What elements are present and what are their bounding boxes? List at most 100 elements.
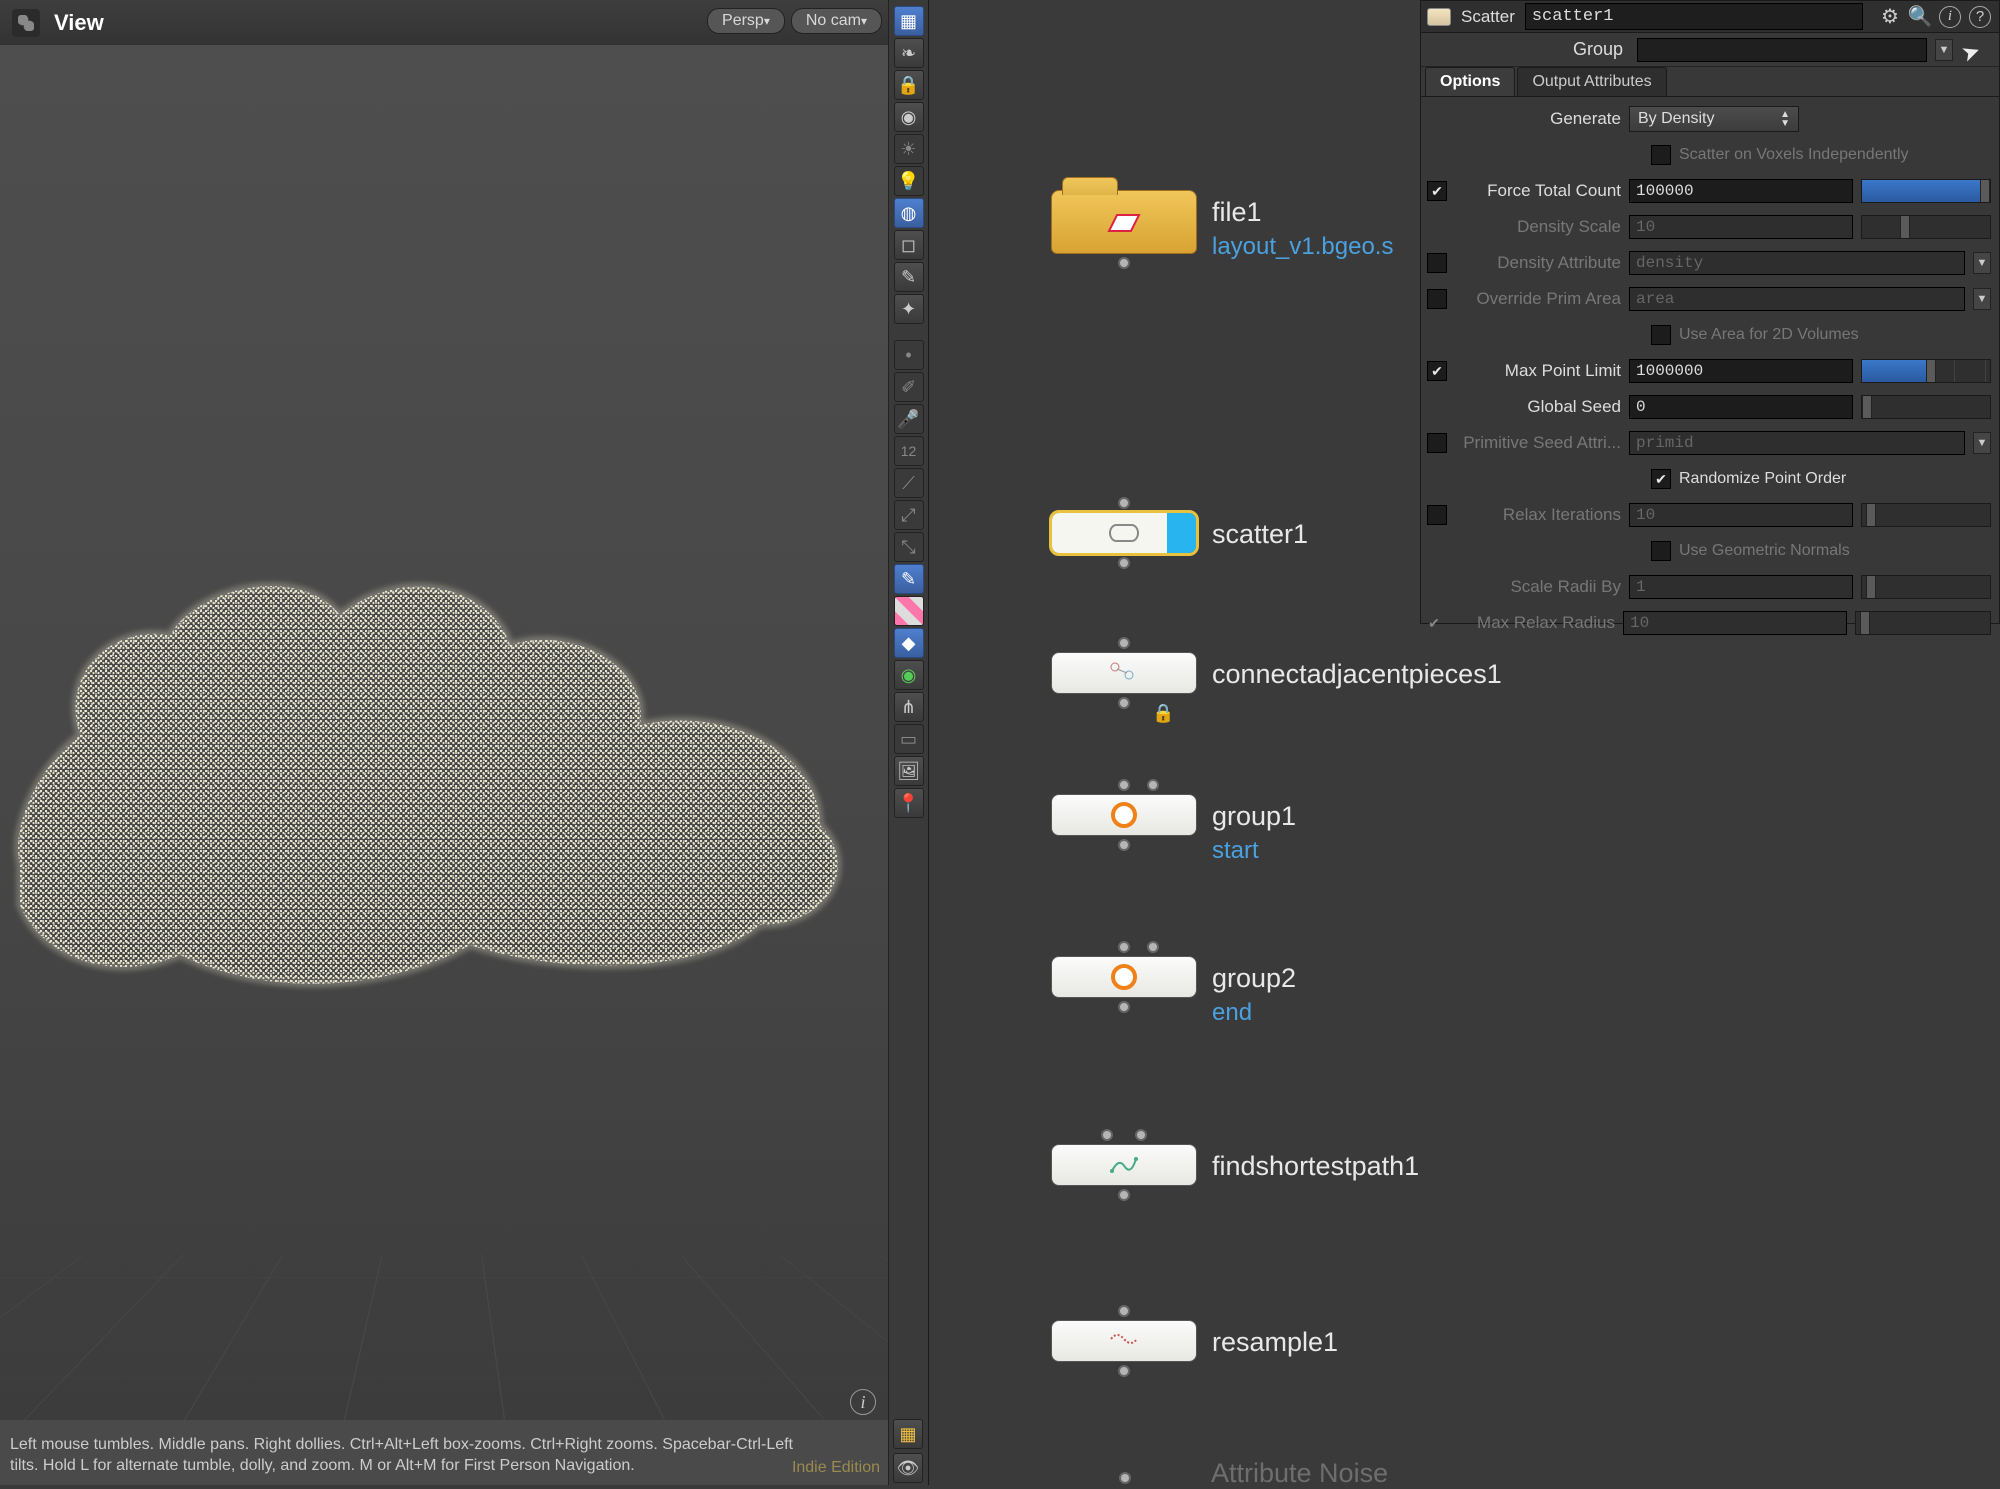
group-input[interactable]: [1637, 38, 1927, 62]
bulb-icon[interactable]: 💡: [894, 166, 924, 196]
relax-iter-checkbox[interactable]: [1427, 505, 1447, 525]
help-icon[interactable]: ?: [1969, 6, 1991, 28]
param-randomize-point-order: Randomize Point Order: [1427, 463, 1991, 495]
density-attr-checkbox: [1427, 253, 1447, 273]
node-group2[interactable]: group2 end: [1051, 956, 1197, 998]
param-scatter-voxels: Scatter on Voxels Independently: [1427, 139, 1991, 171]
tab-options[interactable]: Options: [1425, 67, 1515, 96]
sun-icon[interactable]: ☀: [894, 134, 924, 164]
group-dropdown-arrow-icon[interactable]: ▼: [1935, 39, 1953, 61]
use-area-2d-checkbox: [1651, 325, 1671, 345]
camera-icon[interactable]: ◻: [894, 230, 924, 260]
override-prim-checkbox: [1427, 289, 1447, 309]
green-icon[interactable]: ◉: [894, 660, 924, 690]
curve-brush-icon[interactable]: ✎: [894, 262, 924, 292]
search-icon[interactable]: 🔍: [1909, 6, 1931, 28]
scale-radii-input: [1629, 575, 1853, 599]
pin-icon[interactable]: 📍: [894, 788, 924, 818]
param-density-scale: Density Scale: [1427, 211, 1991, 243]
node-label: connectadjacentpieces1: [1212, 659, 1502, 690]
shading-mode-icon[interactable]: ▦: [894, 6, 924, 36]
prim-seed-checkbox[interactable]: [1427, 433, 1447, 453]
viewport-3d-scene[interactable]: [0, 45, 888, 1420]
effects-icon[interactable]: ✦: [894, 294, 924, 324]
node-resample1[interactable]: resample1: [1051, 1320, 1197, 1362]
force-total-checkbox[interactable]: [1427, 181, 1447, 201]
viewport-pane: View Persp▾ No cam▾: [0, 0, 928, 1485]
checker-icon[interactable]: [894, 596, 924, 626]
dot-icon[interactable]: •: [894, 340, 924, 370]
node-connectadjacentpieces1[interactable]: connectadjacentpieces1 🔒: [1051, 652, 1197, 694]
tab-output-attributes[interactable]: Output Attributes: [1517, 67, 1666, 96]
param-force-total-count: Force Total Count: [1427, 175, 1991, 207]
param-use-geo-normals: Use Geometric Normals: [1427, 535, 1991, 567]
node-findshortestpath1[interactable]: findshortestpath1: [1051, 1144, 1197, 1186]
broom-icon[interactable]: ⟋: [894, 468, 924, 498]
operator-name-input[interactable]: [1525, 3, 1863, 30]
param-override-prim-area: Override Prim Area ▼: [1427, 283, 1991, 315]
param-density-attribute: Density Attribute ▼: [1427, 247, 1991, 279]
globe-icon[interactable]: ◉: [894, 102, 924, 132]
node-port[interactable]: [1119, 1472, 1131, 1484]
grip-icon: ✔: [1427, 615, 1441, 632]
group-pick-icon[interactable]: ➤: [1958, 35, 1986, 63]
scatter-voxels-checkbox[interactable]: [1651, 145, 1671, 165]
mic-icon[interactable]: 🎤: [894, 404, 924, 434]
lock-icon[interactable]: 🔒: [894, 70, 924, 100]
max-point-input[interactable]: [1629, 359, 1853, 383]
image-icon[interactable]: 🖼: [894, 756, 924, 786]
pencil-icon[interactable]: ✎: [894, 564, 924, 594]
global-seed-input[interactable]: [1629, 395, 1853, 419]
density-scale-input: [1629, 215, 1853, 239]
param-generate: Generate By Density▲▼: [1427, 103, 1991, 135]
generate-select[interactable]: By Density▲▼: [1629, 106, 1799, 132]
use-geo-norm-checkbox: [1651, 541, 1671, 561]
density-attr-dropdown-icon: ▼: [1973, 252, 1991, 274]
scatter-node-type-icon: [1427, 8, 1451, 26]
viewport-titlebar: View Persp▾ No cam▾: [0, 0, 928, 45]
resample-icon: [1109, 1329, 1139, 1353]
layout-quad-icon[interactable]: ▦: [893, 1419, 923, 1449]
override-prim-input: [1629, 287, 1965, 311]
diamond-icon[interactable]: ◆: [894, 628, 924, 658]
prim-seed-input: [1629, 431, 1965, 455]
houdini-logo-icon: [12, 9, 40, 37]
parameter-header: Scatter ⚙ 🔍 i ?: [1421, 1, 1999, 33]
edition-label: Indie Edition: [792, 1459, 880, 1477]
node-group1[interactable]: group1 start: [1051, 794, 1197, 836]
node-label: group1: [1212, 801, 1296, 832]
shortest-path-icon: [1109, 1153, 1139, 1177]
camera-persp-dropdown[interactable]: Persp▾: [707, 8, 785, 34]
number-12-icon[interactable]: 12: [894, 436, 924, 466]
operator-type-label: Scatter: [1461, 7, 1515, 27]
viewport-title: View: [54, 10, 104, 36]
node-tree-icon[interactable]: ⋔: [894, 692, 924, 722]
density-attr-input: [1629, 251, 1965, 275]
file-open-icon: [1107, 209, 1141, 235]
brush-icon[interactable]: ✐: [894, 372, 924, 402]
floor-grid: [0, 1254, 888, 1420]
leaf-icon[interactable]: ❧: [894, 38, 924, 68]
max-point-slider[interactable]: [1861, 359, 1991, 383]
force-total-input[interactable]: [1629, 179, 1853, 203]
max-point-checkbox[interactable]: [1427, 361, 1447, 381]
density-scale-slider: [1861, 215, 1991, 239]
max-relax-slider: [1855, 611, 1991, 635]
randomize-checkbox[interactable]: [1651, 469, 1671, 489]
node-file1[interactable]: file1 layout_v1.bgeo.s: [1051, 190, 1197, 254]
node-scatter1[interactable]: scatter1: [1051, 512, 1197, 554]
graph-icon[interactable]: ⤡: [894, 532, 924, 562]
scissors-icon[interactable]: ⤢: [894, 500, 924, 530]
global-seed-slider[interactable]: [1861, 395, 1991, 419]
gear-icon[interactable]: ⚙: [1879, 6, 1901, 28]
box-icon[interactable]: ▭: [894, 724, 924, 754]
info-icon[interactable]: i: [850, 1389, 876, 1415]
force-total-slider[interactable]: [1861, 179, 1991, 203]
camera-none-dropdown[interactable]: No cam▾: [791, 8, 882, 34]
connect-pieces-icon: [1109, 661, 1139, 685]
headlight-icon[interactable]: ◍: [894, 198, 924, 228]
eye-icon[interactable]: 👁: [893, 1453, 923, 1483]
max-relax-input: [1623, 611, 1847, 635]
parameter-panel: Scatter ⚙ 🔍 i ? Group ▼ ➤ Options Output…: [1420, 0, 2000, 624]
info-icon[interactable]: i: [1939, 6, 1961, 28]
